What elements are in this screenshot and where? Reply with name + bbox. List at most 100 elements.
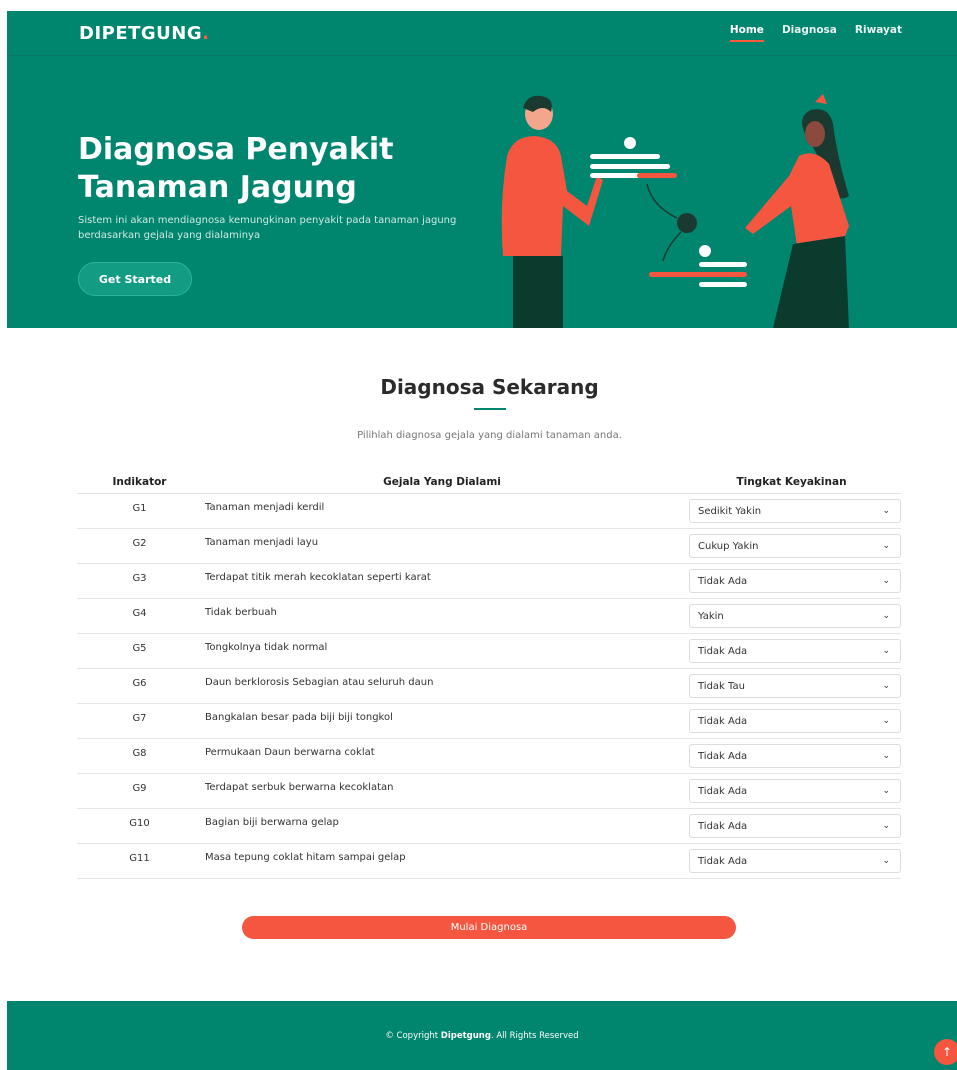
table-row: G4 Tidak berbuah Yakin ⌄ [77,599,901,634]
get-started-button[interactable]: Get Started [78,262,192,296]
chevron-down-icon: ⌄ [882,506,890,516]
confidence-value: Tidak Ada [698,785,748,797]
hero-title-line-2: Tanaman Jagung [78,170,357,205]
indikator-code: G5 [132,643,147,654]
diagnosa-section: Diagnosa Sekarang Pilihlah diagnosa geja… [7,328,957,1001]
connector-arrow-down [662,231,682,262]
table-row: G6 Daun berklorosis Sebagian atau seluruh… [77,669,901,704]
table-row: G10 Bagian biji berwarna gelap Tidak Ada ⌄ [77,809,901,844]
table-header: Indikator Gejala Yang Dialami Tingkat Ke… [77,471,901,494]
woman-head [805,121,825,147]
man-legs [513,256,563,328]
indikator-code: G6 [132,678,147,689]
table-row: G11 Masa tepung coklat hitam sampai gelap… [77,844,901,879]
symptom-table: Indikator Gejala Yang Dialami Tingkat Ke… [77,471,901,879]
confidence-value: Tidak Ada [698,855,748,867]
confidence-cell: Yakin ⌄ [682,599,901,633]
confidence-cell: Tidak Ada ⌄ [682,809,901,843]
site-header: DIPETGUNG. Home Diagnosa Riwayat [7,11,957,56]
symptom-cell: Tidak berbuah [202,599,682,633]
confidence-select[interactable]: Sedikit Yakin ⌄ [689,499,901,523]
table-row: G8 Permukaan Daun berwarna coklat Tidak Ad… [77,739,901,774]
connector-node [677,213,697,233]
section-title: Diagnosa Sekarang [380,375,599,399]
confidence-value: Cukup Yakin [698,540,759,552]
mulai-diagnosa-button[interactable]: Mulai Diagnosa [242,916,736,939]
confidence-select[interactable]: Tidak Ada ⌄ [689,779,901,803]
symptom-text: Terdapat titik merah kecoklatan seperti … [205,572,431,583]
main-nav: Home Diagnosa Riwayat [729,24,902,42]
card-top-line-2 [590,164,670,169]
symptom-cell: Terdapat serbuk berwarna kecoklatan [202,774,682,808]
symptom-text: Bagian biji berwarna gelap [205,817,339,828]
nav-home[interactable]: Home [729,24,764,42]
symptom-cell: Daun berklorosis Sebagian atau seluruh d… [202,669,682,703]
confidence-value: Tidak Ada [698,575,748,587]
card-bottom-line-1 [699,262,747,267]
chevron-down-icon: ⌄ [882,541,890,551]
symptom-cell: Bangkalan besar pada biji biji tongkol [202,704,682,738]
indikator-code: G10 [129,818,150,829]
confidence-select[interactable]: Cukup Yakin ⌄ [689,534,901,558]
back-to-top-button[interactable]: ↑ [934,1039,957,1065]
section-subtitle: Pilihlah diagnosa gejala yang dialami ta… [357,430,622,441]
card-bottom-dot [699,245,711,257]
table-row: G9 Terdapat serbuk berwarna kecoklatan Tid… [77,774,901,809]
header-gejala: Gejala Yang Dialami [383,476,501,488]
card-top-bar [637,173,677,178]
confidence-select[interactable]: Tidak Ada ⌄ [689,814,901,838]
hero-description-line-1: Sistem ini akan mendiagnosa kemungkinan … [78,215,457,226]
table-row: G5 Tongkolnya tidak normal Tidak Ada ⌄ [77,634,901,669]
symptom-text: Bangkalan besar pada biji biji tongkol [205,712,393,723]
confidence-value: Tidak Ada [698,750,748,762]
card-top-line-1 [590,154,660,159]
footer-brand: Dipetgung [440,1031,491,1041]
confidence-select[interactable]: Yakin ⌄ [689,604,901,628]
indikator-code: G1 [132,503,147,514]
confidence-value: Tidak Ada [698,645,748,657]
confidence-select[interactable]: Tidak Ada ⌄ [689,709,901,733]
symptom-text: Tanaman menjadi layu [205,537,319,548]
symptom-cell: Tanaman menjadi kerdil [202,494,682,528]
confidence-select[interactable]: Tidak Ada ⌄ [689,744,901,768]
arrow-up-icon: ↑ [941,1045,953,1059]
woman-legs [773,236,849,328]
hero-title: Diagnosa Penyakit Tanaman Jagung [78,131,458,207]
confidence-cell: Tidak Ada ⌄ [682,739,901,773]
hero-illustration [501,94,849,328]
site-logo[interactable]: DIPETGUNG. [79,23,209,44]
header-indikator: Indikator [112,476,167,488]
logo-text: DIPETGUNG [79,22,203,44]
hero-description: Sistem ini akan mendiagnosa kemungkinan … [78,213,458,243]
symptom-text: Daun berklorosis Sebagian atau seluruh d… [205,677,434,688]
card-bottom-bar [649,272,747,277]
confidence-value: Sedikit Yakin [698,505,762,517]
header-keyakinan: Tingkat Keyakinan [736,476,847,488]
indikator-code: G8 [132,748,147,759]
confidence-select[interactable]: Tidak Ada ⌄ [689,849,901,873]
card-top-dot [624,137,636,149]
confidence-value: Tidak Ada [698,820,748,832]
chevron-down-icon: ⌄ [882,786,890,796]
nav-riwayat[interactable]: Riwayat [855,24,902,42]
nav-diagnosa[interactable]: Diagnosa [782,24,837,42]
chevron-down-icon: ⌄ [882,611,890,621]
symptom-text: Permukaan Daun berwarna coklat [205,747,375,758]
chevron-down-icon: ⌄ [882,576,890,586]
connector-arrow-up [646,183,678,219]
section-title-underline [474,408,506,410]
indikator-code: G9 [132,783,147,794]
confidence-select[interactable]: Tidak Tau ⌄ [689,674,901,698]
symptom-cell: Masa tepung coklat hitam sampai gelap [202,844,682,878]
hero-section: Diagnosa Penyakit Tanaman Jagung Sistem … [7,56,957,328]
table-row: G2 Tanaman menjadi layu Cukup Yakin ⌄ [77,529,901,564]
confidence-select[interactable]: Tidak Ada ⌄ [689,639,901,663]
card-bottom-line-2 [699,282,747,287]
table-row: G7 Bangkalan besar pada biji biji tongkol… [77,704,901,739]
confidence-cell: Tidak Ada ⌄ [682,844,901,878]
confidence-select[interactable]: Tidak Ada ⌄ [689,569,901,593]
table-row: G1 Tanaman menjadi kerdil Sedikit Yakin ⌄ [77,494,901,529]
chevron-down-icon: ⌄ [882,681,890,691]
confidence-cell: Tidak Ada ⌄ [682,634,901,668]
indikator-code: G3 [132,573,147,584]
